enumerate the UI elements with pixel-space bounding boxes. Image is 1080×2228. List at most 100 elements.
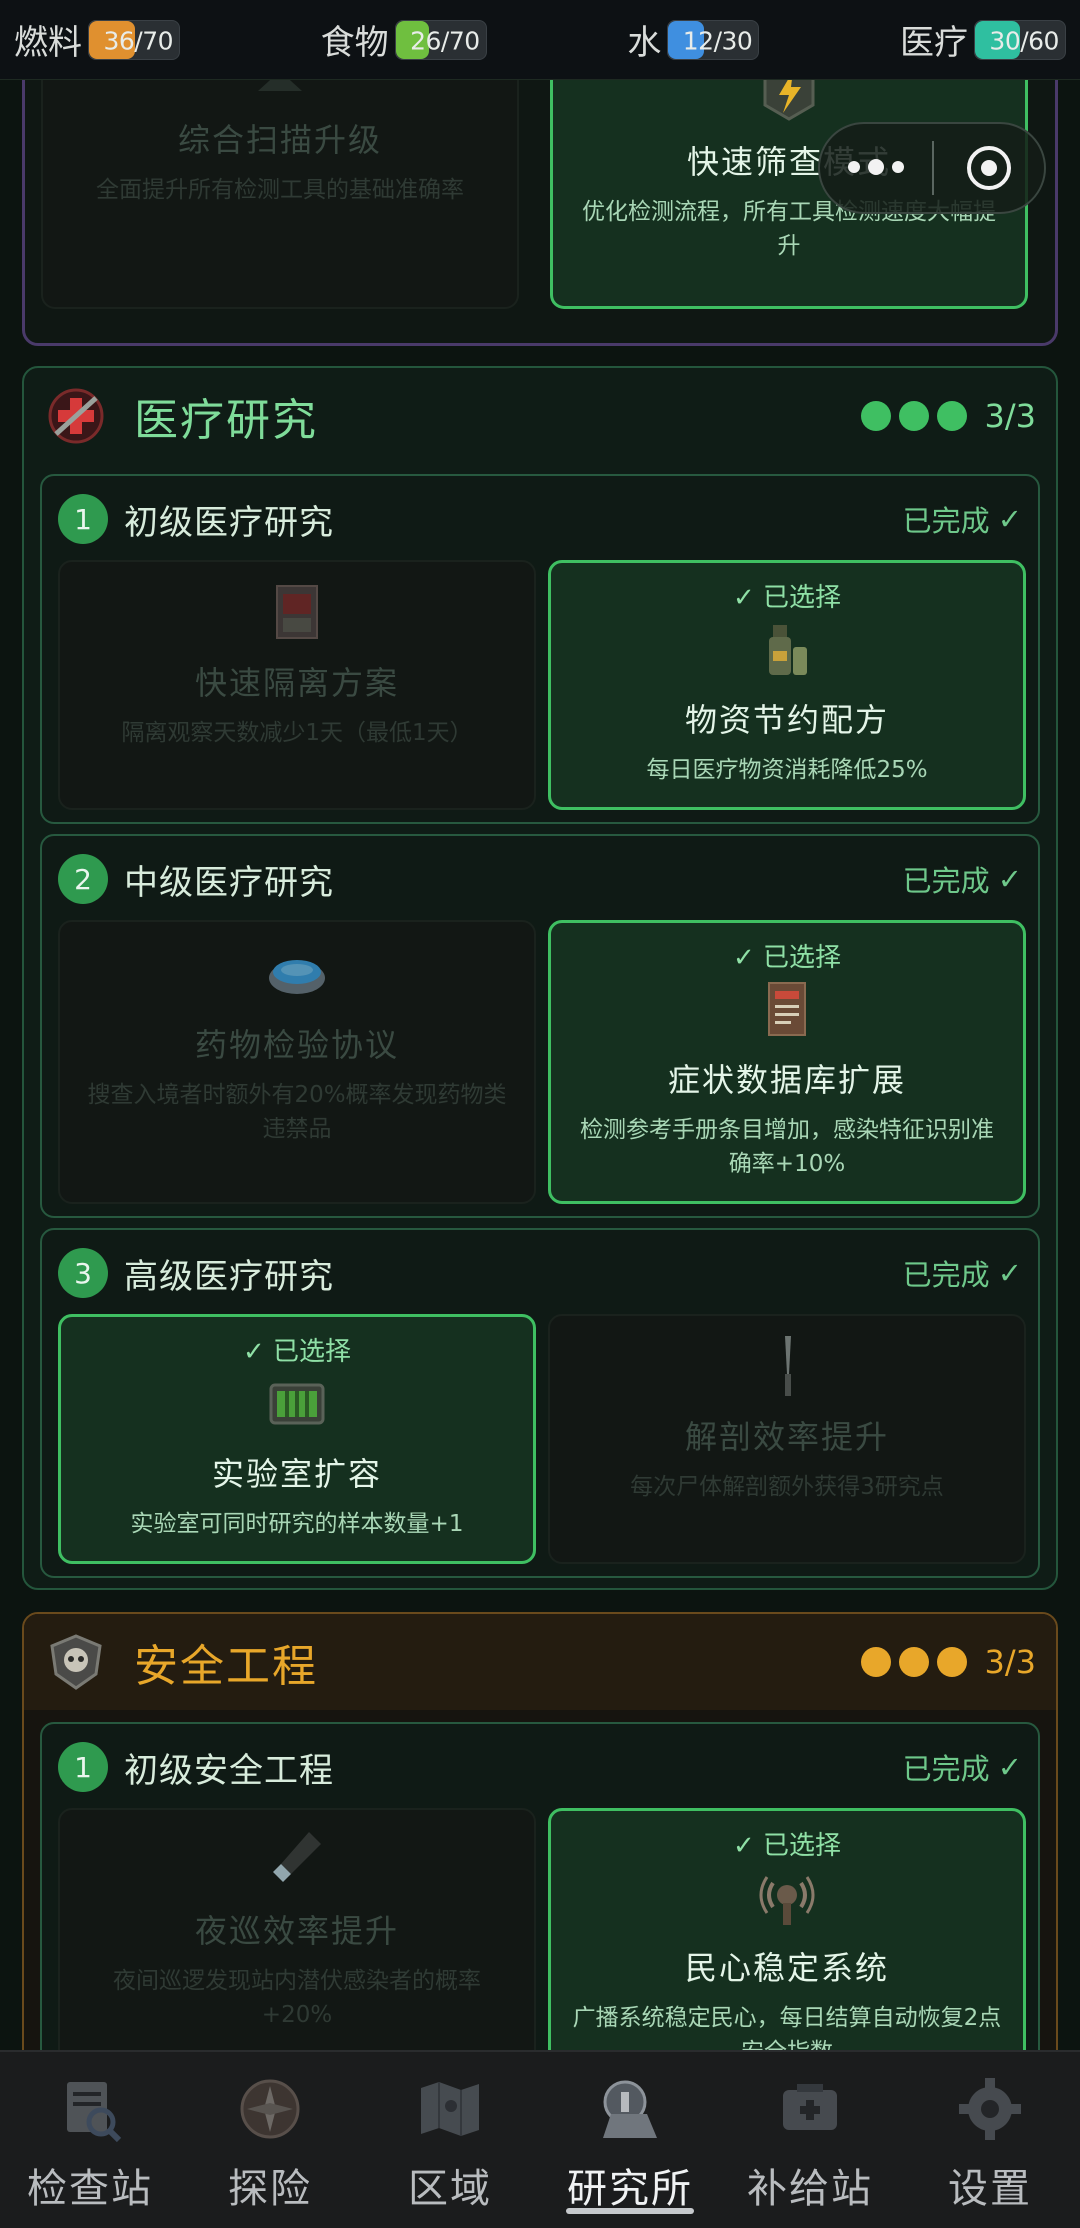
progress-count: 3/3	[984, 1643, 1037, 1681]
research-card[interactable]: 快速隔离方案 隔离观察天数减少1天（最低1天）	[58, 560, 536, 810]
more-menu-button[interactable]	[820, 159, 932, 175]
resource-fuel: 燃料 36/70	[14, 15, 180, 64]
tier-header: 3 高级医疗研究 已完成 ✓	[58, 1246, 1022, 1300]
research-card-selected[interactable]: ✓ 已选择 症状数据库扩展 检测参考手册条目增加，感染特征识别准确率+10%	[548, 920, 1026, 1204]
nav-item-region[interactable]: 区域	[360, 2052, 540, 2228]
card-title: 综合扫描升级	[177, 121, 382, 159]
progress-dot	[898, 1647, 929, 1677]
check-icon: ✓	[997, 502, 1022, 536]
check-icon: ✓	[997, 862, 1022, 896]
tier-header: 1 初级安全工程 已完成 ✓	[58, 1740, 1022, 1794]
nav-item-checkpoint[interactable]: 检查站	[0, 2052, 180, 2228]
progress-count: 3/3	[984, 397, 1037, 435]
resource-value: 30/60	[989, 26, 1059, 56]
resource-meter: 26/70	[394, 19, 487, 60]
tier-status: 已完成 ✓	[903, 1252, 1022, 1294]
isolation-booth-icon	[276, 585, 318, 639]
card-desc: 每次尸体解剖额外获得3研究点	[630, 1474, 944, 1500]
section-header[interactable]: 医疗研究 3/3	[24, 368, 1056, 464]
medical-cross-icon	[48, 388, 104, 444]
card-title: 夜巡效率提升	[194, 1912, 399, 1950]
tier-name: 初级安全工程	[124, 1750, 334, 1791]
lab-icon	[603, 2080, 657, 2138]
resource-value: 36/70	[103, 26, 173, 56]
lab-container-icon	[269, 1383, 325, 1425]
check-icon: ✓	[997, 1750, 1022, 1784]
resource-name: 燃料	[14, 23, 82, 63]
card-title: 民心稳定系统	[684, 1949, 889, 1987]
active-tab-indicator	[566, 2208, 694, 2214]
tier-status: 已完成 ✓	[903, 498, 1022, 540]
card-desc: 实验室可同时研究的样本数量+1	[130, 1511, 464, 1537]
research-content[interactable]: 综合扫描升级 全面提升所有检测工具的基础准确率 快速筛查模式 优化检测流程，所有…	[0, 0, 1080, 2228]
section-header[interactable]: 安全工程 3/3	[24, 1614, 1056, 1710]
resource-medical: 医疗 30/60	[900, 15, 1066, 64]
section-medical: 医疗研究 3/3 1 初级医疗研究 已完成 ✓ 快速隔离方案 隔离观察天数减少1…	[22, 366, 1058, 1590]
nav-label: 设置	[948, 2166, 1032, 2212]
resource-bar: 燃料 36/70 食物 26/70 水 12/30 医疗 30/60	[0, 0, 1080, 80]
dot	[848, 161, 860, 173]
card-desc: 夜间巡逻发现站内潜伏感染者的概率+20%	[113, 1968, 481, 2028]
map-icon	[421, 2082, 479, 2136]
nav-item-settings[interactable]: 设置	[900, 2052, 1080, 2228]
miniprogram-capsule	[818, 122, 1046, 214]
resource-name: 水	[627, 23, 662, 63]
tier-3: 3 高级医疗研究 已完成 ✓ ✓ 已选择 实验室扩容 实验室可同时研究的样本数量+…	[40, 1228, 1040, 1578]
section-title: 安全工程	[134, 1641, 318, 1692]
progress-dot	[936, 1647, 967, 1677]
research-card[interactable]: 药物检验协议 搜查入境者时额外有20%概率发现药物类违禁品	[58, 920, 536, 1204]
selected-label: 已选择	[763, 1831, 842, 1861]
status-text: 已完成	[902, 1752, 990, 1786]
research-card[interactable]: 解剖效率提升 每次尸体解剖额外获得3研究点	[548, 1314, 1026, 1564]
research-card-selected[interactable]: ✓ 已选择 物资节约配方 每日医疗物资消耗降低25%	[548, 560, 1026, 810]
nav-label: 检查站	[27, 2166, 153, 2212]
supply-bottles-icon	[769, 625, 807, 675]
status-text: 已完成	[902, 864, 990, 898]
card-title: 症状数据库扩展	[667, 1061, 906, 1099]
tier-number: 3	[58, 1248, 108, 1298]
progress-dot	[860, 1647, 891, 1677]
selected-check: ✓ 已选择	[732, 1831, 842, 1861]
flashlight-icon	[273, 1832, 321, 1882]
bottom-nav: 检查站 探险 区域 研究所 补给站 设置	[0, 2050, 1080, 2228]
resource-meter: 36/70	[88, 19, 180, 60]
selected-label: 已选择	[763, 583, 842, 613]
check-icon: ✓	[997, 1256, 1022, 1290]
tier-header: 2 中级医疗研究 已完成 ✓	[58, 852, 1022, 906]
status-text: 已完成	[902, 504, 990, 538]
research-card[interactable]: 综合扫描升级 全面提升所有检测工具的基础准确率	[41, 43, 519, 309]
resource-name: 医疗	[899, 23, 968, 63]
resource-name: 食物	[320, 23, 389, 63]
progress-dot	[936, 401, 967, 431]
dot	[892, 161, 904, 173]
section-title: 医疗研究	[134, 395, 318, 446]
tier-number: 1	[58, 1742, 108, 1792]
card-desc: 搜查入境者时额外有20%概率发现药物类违禁品	[87, 1082, 507, 1142]
card-title: 实验室扩容	[211, 1455, 382, 1493]
resource-water: 水 12/30	[627, 15, 760, 64]
card-title: 物资节约配方	[684, 701, 889, 739]
resource-meter: 12/30	[667, 19, 760, 60]
research-card-selected[interactable]: ✓ 已选择 实验室扩容 实验室可同时研究的样本数量+1	[58, 1314, 536, 1564]
tier-status: 已完成 ✓	[903, 858, 1022, 900]
resource-value: 12/30	[682, 26, 753, 56]
shield-skull-icon	[50, 1634, 102, 1690]
card-desc: 每日医疗物资消耗降低25%	[646, 757, 928, 783]
nav-item-explore[interactable]: 探险	[180, 2052, 360, 2228]
nav-item-research[interactable]: 研究所	[540, 2052, 720, 2228]
compass-icon	[240, 2079, 300, 2139]
target-circle-icon	[967, 146, 1011, 190]
card-title: 快速隔离方案	[194, 664, 399, 702]
section-progress: 3/3	[860, 1643, 1037, 1681]
close-miniprogram-button[interactable]	[934, 144, 1044, 192]
resource-value: 26/70	[410, 26, 480, 56]
selected-label: 已选择	[763, 943, 842, 973]
dot	[868, 159, 884, 175]
tier-header: 1 初级医疗研究 已完成 ✓	[58, 492, 1022, 546]
selected-check: ✓ 已选择	[732, 943, 842, 973]
nav-item-supply[interactable]: 补给站	[720, 2052, 900, 2228]
tier-name: 高级医疗研究	[124, 1256, 334, 1297]
tier-2: 2 中级医疗研究 已完成 ✓ 药物检验协议 搜查入境者时额外有20%概率发现药物类…	[40, 834, 1040, 1218]
gear-icon	[959, 2078, 1021, 2140]
tier-1: 1 初级医疗研究 已完成 ✓ 快速隔离方案 隔离观察天数减少1天（最低1天） ✓ …	[40, 474, 1040, 824]
